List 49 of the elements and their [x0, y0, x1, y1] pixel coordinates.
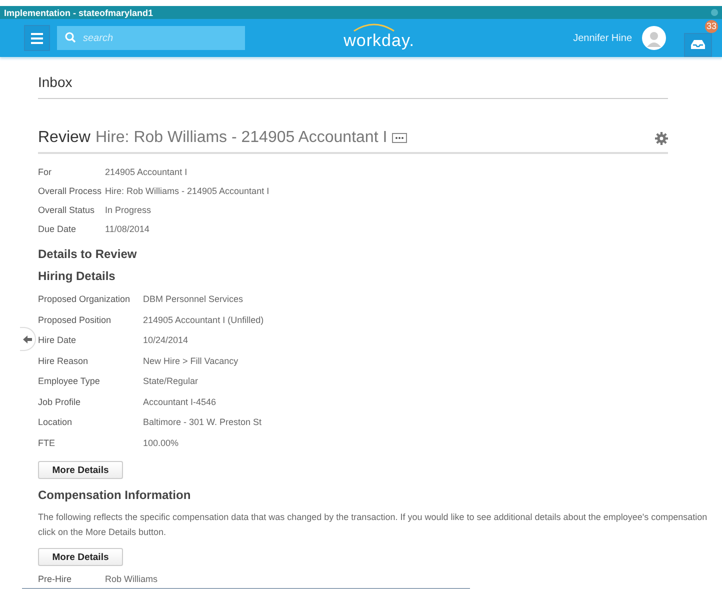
- field-value: 214905 Accountant I (Unfilled): [143, 314, 264, 325]
- field-label: Hire Date: [38, 335, 78, 346]
- avatar-icon[interactable]: [642, 26, 666, 50]
- field-value: 11/08/2014: [105, 224, 150, 234]
- field-value: State/Regular: [143, 376, 198, 386]
- field-value: New Hire > Fill Vacancy: [143, 356, 238, 366]
- settings-icon[interactable]: [655, 132, 668, 144]
- window-title: Implementation - stateofmaryland1: [4, 8, 154, 18]
- more-icon[interactable]: [392, 133, 408, 143]
- field-label: Hire Reason: [38, 356, 90, 366]
- field-label: Employee Type: [38, 376, 101, 386]
- back-arrow-icon: [23, 334, 32, 344]
- description-text: The following reflects the specific compensation data that was changed by the transaction. If you would like to see additional details about the employee's compensation click on the More Details button.: [38, 511, 708, 539]
- inbox-button[interactable]: [684, 32, 712, 56]
- field-value: Baltimore - 301 W. Preston St: [143, 417, 262, 428]
- field-label: Location: [38, 417, 74, 428]
- inbox-icon: [690, 39, 706, 50]
- menu-button[interactable]: [24, 25, 50, 51]
- review-label: Review: [38, 129, 90, 147]
- back-button[interactable]: [20, 327, 36, 351]
- field-label: Job Profile: [38, 396, 82, 407]
- field-value: In Progress: [105, 204, 152, 214]
- field-label: Proposed Position: [38, 314, 112, 325]
- field-value: 100.00%: [143, 438, 179, 448]
- field-value: Hire: Rob Williams - 214905 Accountant I: [105, 186, 270, 196]
- section-heading: Compensation Information: [38, 488, 192, 502]
- field-label: Proposed Organization: [38, 294, 132, 304]
- field-value: DBM Personnel Services: [143, 294, 244, 304]
- field-value: 10/24/2014: [143, 335, 188, 346]
- review-title: Hire: Rob Williams - 214905 Accountant I: [95, 129, 388, 147]
- field-label: For: [38, 166, 52, 176]
- field-value: Rob Williams: [105, 574, 158, 584]
- more-details-button[interactable]: More Details: [38, 548, 123, 566]
- field-label: Pre-Hire: [38, 574, 73, 584]
- more-details-button[interactable]: More Details: [38, 461, 123, 479]
- search-field[interactable]: search: [57, 26, 245, 50]
- notification-badge: 33: [705, 20, 718, 32]
- section-heading: Hiring Details: [38, 269, 116, 283]
- field-label: FTE: [38, 438, 56, 448]
- menu-icon: [31, 32, 43, 44]
- logo: workday.: [344, 25, 414, 51]
- field-label: Overall Process: [38, 186, 103, 196]
- page-title: Inbox: [38, 74, 668, 99]
- field-label: Overall Status: [38, 204, 96, 214]
- field-value: Accountant I-4546: [143, 396, 216, 407]
- search-icon: [65, 32, 76, 43]
- field-label: Due Date: [38, 224, 78, 234]
- section-heading: Details to Review: [38, 247, 138, 261]
- field-value: 214905 Accountant I: [105, 166, 188, 176]
